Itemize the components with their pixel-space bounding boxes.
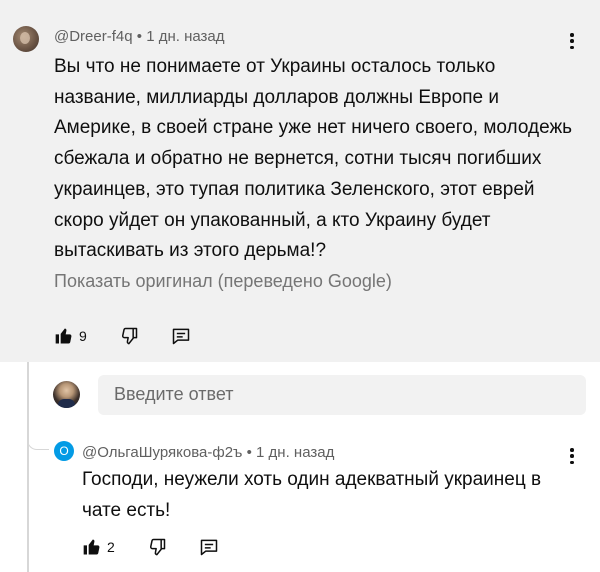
comment-time[interactable]: 1 дн. назад — [146, 28, 224, 45]
thumbs-down-icon — [149, 538, 166, 556]
avatar[interactable] — [13, 26, 39, 52]
thread-branch — [27, 432, 49, 450]
dislike-button[interactable] — [119, 326, 139, 346]
thumbs-up-icon — [55, 328, 72, 344]
like-count: 9 — [79, 328, 87, 344]
thumbs-up-icon — [83, 539, 100, 555]
comment-reply-icon — [172, 328, 190, 345]
reply-avatar[interactable]: О — [54, 441, 74, 461]
comment-text: Вы что не понимаете от Украины осталось … — [54, 56, 573, 262]
comment-author[interactable]: @Dreer-f4q — [54, 28, 133, 45]
thread-line — [27, 362, 29, 572]
like-count: 2 — [107, 539, 115, 555]
reply-button[interactable] — [199, 537, 219, 557]
top-comment: @Dreer-f4q • 1 дн. назад Вы что не поним… — [0, 0, 600, 362]
reply-author[interactable]: @ОльгаШурякова-ф2ъ — [82, 444, 242, 461]
reply-input[interactable]: Введите ответ — [98, 375, 586, 415]
kebab-menu-icon[interactable] — [566, 446, 578, 466]
reply-meta: @ОльгаШурякова-ф2ъ • 1 дн. назад — [82, 444, 334, 461]
dislike-button[interactable] — [147, 537, 167, 557]
meta-separator: • — [246, 444, 252, 461]
like-button[interactable]: 2 — [82, 537, 115, 557]
comment-reply-icon — [200, 539, 218, 556]
reply-button[interactable] — [171, 326, 191, 346]
thumbs-down-icon — [121, 327, 138, 345]
kebab-menu-icon[interactable] — [566, 31, 578, 51]
current-user-avatar — [53, 381, 80, 408]
like-button[interactable]: 9 — [54, 326, 87, 346]
reply-actions: 2 — [82, 537, 219, 557]
show-original-link[interactable]: Показать оригинал (переведено Google) — [54, 271, 392, 292]
comment-actions: 9 — [54, 326, 191, 346]
meta-separator: • — [136, 28, 143, 45]
comment-meta: @Dreer-f4q • 1 дн. назад — [54, 28, 225, 45]
reply-text: Господи, неужели хоть один адекватный ук… — [82, 469, 542, 521]
reply-time[interactable]: 1 дн. назад — [256, 444, 334, 461]
